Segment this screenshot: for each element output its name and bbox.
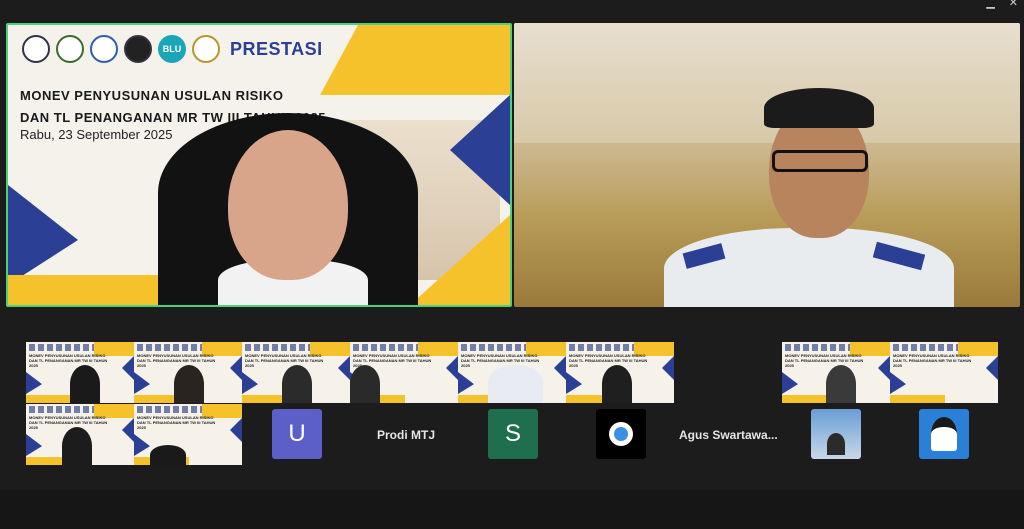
window-controls: ▁ ✕ [986, 0, 1018, 9]
minimize-icon[interactable]: ▁ [986, 0, 994, 9]
thumbnail-tile[interactable]: MONEV PENYUSUNAN USULAN RISIKO DAN TL PE… [350, 342, 458, 403]
participant-name-label: Prodi MTJ [377, 428, 436, 442]
seal-logo-icon [124, 35, 152, 63]
thumbnail-tile[interactable]: MONEV PENYUSUNAN USULAN RISIKO DAN TL PE… [26, 404, 134, 465]
participant-video [664, 88, 964, 307]
slide-logos: BLU PRESTASI [22, 35, 323, 63]
participant-avatar-s[interactable]: S [488, 409, 538, 459]
video-tile-active-speaker[interactable]: BLU PRESTASI MONEV PENYUSUNAN USULAN RIS… [6, 23, 512, 307]
close-icon[interactable]: ✕ [1009, 0, 1018, 9]
slide-date: Rabu, 23 September 2025 [20, 127, 173, 142]
presenter-video [158, 85, 428, 305]
participant-avatar-logo[interactable] [596, 409, 646, 459]
glasses-icon [772, 150, 868, 172]
agency-logo-icon [90, 35, 118, 63]
thumbnail-tile[interactable]: MONEV PENYUSUNAN USULAN RISIKO DAN TL PE… [26, 342, 134, 403]
emblem-logo-icon [192, 35, 220, 63]
blu-logo: BLU [158, 35, 186, 63]
participant-name-label: Agus Swartawa... [679, 428, 778, 442]
thumbnail-tile[interactable]: MONEV PENYUSUNAN USULAN RISIKO DAN TL PE… [242, 342, 350, 403]
thumbnail-tile[interactable]: MONEV PENYUSUNAN USULAN RISIKO DAN TL PE… [890, 342, 998, 403]
thumbnail-tile[interactable]: MONEV PENYUSUNAN USULAN RISIKO DAN TL PE… [782, 342, 890, 403]
participant-avatar-cartoon[interactable] [919, 409, 969, 459]
thumbnail-tile[interactable]: MONEV PENYUSUNAN USULAN RISIKO DAN TL PE… [134, 404, 242, 465]
video-tile-participant[interactable] [514, 23, 1020, 307]
user-logo-icon [609, 422, 633, 446]
thumbnail-tile[interactable]: MONEV PENYUSUNAN USULAN RISIKO DAN TL PE… [134, 342, 242, 403]
participant-avatar-u[interactable]: U [272, 409, 322, 459]
thumbnail-tile[interactable]: MONEV PENYUSUNAN USULAN RISIKO DAN TL PE… [458, 342, 566, 403]
thumbnail-tile[interactable]: MONEV PENYUSUNAN USULAN RISIKO DAN TL PE… [566, 342, 674, 403]
bottom-bar [0, 490, 1024, 529]
participant-avatar-photo[interactable] [811, 409, 861, 459]
institution-logo-icon [56, 35, 84, 63]
brand-name: PRESTASI [230, 38, 323, 59]
ministry-logo-icon [22, 35, 50, 63]
